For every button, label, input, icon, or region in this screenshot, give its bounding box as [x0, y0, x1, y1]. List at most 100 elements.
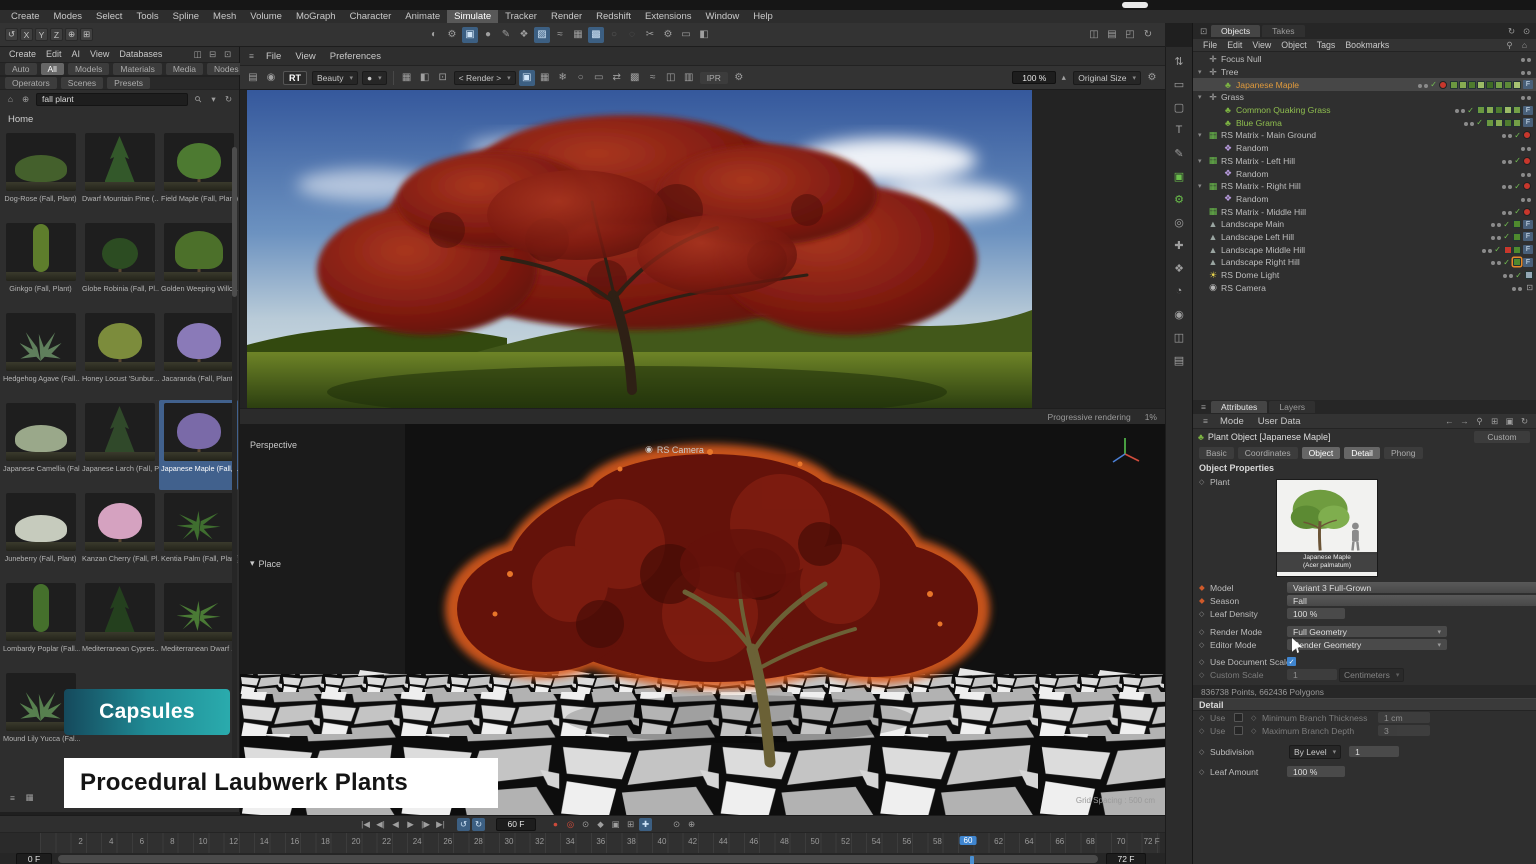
menu-item[interactable]: MoGraph: [289, 10, 343, 23]
frame-tick[interactable]: 30: [505, 837, 514, 846]
expand-caret-icon[interactable]: ▾: [1198, 157, 1207, 165]
frame-tick[interactable]: 50: [811, 837, 820, 846]
object-row[interactable]: ☀ RS Dome Light ✓: [1193, 269, 1536, 282]
plant-preview[interactable]: Japanese Maple (Acer palmatum): [1276, 479, 1378, 577]
visibility-dots[interactable]: [1501, 270, 1513, 280]
material-chip[interactable]: [1523, 131, 1531, 139]
asset-item[interactable]: Dog-Rose (Fall, Plant): [1, 130, 80, 220]
range-end-field[interactable]: 72 F: [1106, 853, 1146, 864]
capsule-assets-icon[interactable]: ▣: [1171, 168, 1187, 184]
anim-dot[interactable]: ◇: [1199, 478, 1210, 486]
frame-tick[interactable]: 16: [290, 837, 299, 846]
material-chip[interactable]: [1523, 157, 1531, 165]
filter-tab[interactable]: Media: [166, 63, 203, 75]
prev-frame-button[interactable]: ◀: [389, 818, 402, 831]
key-selection-button[interactable]: ⊙: [579, 818, 592, 831]
menu-item[interactable]: Volume: [243, 10, 289, 23]
goto-start-button[interactable]: |◀: [359, 818, 372, 831]
enable-check-icon[interactable]: ✓: [1514, 182, 1521, 191]
frame-tick[interactable]: 68: [1086, 837, 1095, 846]
camera-tool-icon[interactable]: ◉: [1171, 306, 1187, 322]
pan-view-icon[interactable]: ⇅: [1171, 53, 1187, 69]
frame-tick[interactable]: 28: [474, 837, 483, 846]
asset-item[interactable]: Golden Weeping Willo...: [159, 220, 238, 310]
menu-item[interactable]: Create: [4, 48, 41, 61]
refresh-icon[interactable]: ↻: [1518, 415, 1531, 428]
field-force-icon[interactable]: ◎: [1171, 214, 1187, 230]
mode-menu[interactable]: Mode: [1213, 415, 1251, 428]
back-icon[interactable]: ←: [1443, 415, 1456, 428]
filter-tab[interactable]: Scenes: [61, 77, 103, 89]
search-icon[interactable]: ⚲: [189, 90, 207, 108]
texture-chips[interactable]: [1503, 246, 1521, 254]
workplane-icon[interactable]: ⊞: [80, 28, 93, 41]
use-document-scale-checkbox[interactable]: [1287, 657, 1296, 666]
key-position-button[interactable]: ◆: [594, 818, 607, 831]
spline-pen-icon[interactable]: ✎: [1171, 145, 1187, 161]
expand-caret-icon[interactable]: ▾: [1198, 68, 1207, 76]
enable-check-icon[interactable]: ✓: [1514, 131, 1521, 140]
tonemap-icon[interactable]: ≈: [645, 70, 661, 86]
visibility-dots[interactable]: [1489, 219, 1501, 229]
visibility-dots[interactable]: [1480, 245, 1492, 255]
grid-view-icon[interactable]: ▦: [23, 791, 36, 804]
list-view-icon[interactable]: ≡: [6, 791, 19, 804]
render-view-icon[interactable]: ◐: [426, 27, 442, 43]
asset-item[interactable]: Kentia Palm (Fall, Plant): [159, 490, 238, 580]
use-min-branch-checkbox[interactable]: [1234, 713, 1243, 722]
lock-icon[interactable]: ▣: [1503, 415, 1516, 428]
filter-icon[interactable]: ▾: [207, 93, 220, 106]
anim-dot[interactable]: ◇: [1199, 610, 1210, 618]
simulate-icon[interactable]: ▨: [534, 27, 550, 43]
burger-icon[interactable]: ≡: [245, 50, 258, 63]
section-tab[interactable]: Detail: [1344, 447, 1380, 459]
frame-tick[interactable]: 26: [443, 837, 452, 846]
gear-icon[interactable]: ⚙: [1144, 70, 1160, 86]
menu-item[interactable]: Redshift: [589, 10, 638, 23]
menu-item[interactable]: Animate: [398, 10, 447, 23]
capsule-icon[interactable]: ▭: [678, 27, 694, 43]
texture-chips[interactable]: [1512, 233, 1521, 241]
marker-button[interactable]: ⊕: [685, 818, 698, 831]
menu-item[interactable]: Help: [746, 10, 780, 23]
search-icon[interactable]: ⚲: [1503, 39, 1516, 52]
text-tool-icon[interactable]: T: [1171, 122, 1187, 138]
object-row[interactable]: ▾ ✛ Grass: [1193, 91, 1536, 104]
anim-dot[interactable]: ◇: [1199, 641, 1210, 649]
crop-icon[interactable]: ⊡: [435, 70, 451, 86]
viewport-label[interactable]: Perspective: [250, 440, 297, 450]
menu-item[interactable]: Character: [343, 10, 399, 23]
detach-icon[interactable]: ⊡: [221, 48, 234, 61]
asset-item[interactable]: Ginkgo (Fall, Plant): [1, 220, 80, 310]
visibility-dots[interactable]: [1500, 130, 1512, 140]
material-chip[interactable]: [1439, 81, 1447, 89]
frame-tick[interactable]: 40: [658, 837, 667, 846]
playhead[interactable]: [970, 856, 974, 864]
frame-tick[interactable]: 2: [78, 837, 82, 846]
paint-tool-icon[interactable]: ✚: [1171, 237, 1187, 253]
texture-chips[interactable]: [1449, 81, 1521, 89]
frame-tick[interactable]: 60: [960, 836, 977, 845]
tool-disabled-icon[interactable]: ○: [606, 27, 622, 43]
texture-chips[interactable]: [1476, 106, 1521, 114]
menu-item[interactable]: Extensions: [638, 10, 698, 23]
object-row[interactable]: ❖ Random: [1193, 167, 1536, 180]
field-tag[interactable]: F: [1523, 232, 1533, 241]
texture-chips[interactable]: [1485, 119, 1521, 127]
play-forward-button[interactable]: ▶: [404, 818, 417, 831]
frame-tick[interactable]: 4: [109, 837, 113, 846]
field-tag[interactable]: F: [1523, 80, 1533, 89]
object-row[interactable]: ▾ ▦ RS Matrix - Left Hill ✓: [1193, 155, 1536, 168]
object-row[interactable]: ▾ ▦ RS Matrix - Right Hill ✓: [1193, 180, 1536, 193]
burger-icon[interactable]: ≡: [1197, 401, 1210, 414]
object-row[interactable]: ❖ Random: [1193, 142, 1536, 155]
visibility-dots[interactable]: [1500, 207, 1512, 217]
goto-end-button[interactable]: ▶|: [434, 818, 447, 831]
time-icon[interactable]: ◔: [1171, 283, 1187, 299]
sphere-primitive-icon[interactable]: ●: [480, 27, 496, 43]
filter-tab[interactable]: Presets: [107, 77, 150, 89]
search-input[interactable]: fall plant: [36, 93, 188, 106]
layout-icon[interactable]: ◫: [663, 70, 679, 86]
enable-check-icon[interactable]: ✓: [1430, 80, 1437, 89]
menu-item[interactable]: Bookmarks: [1340, 39, 1394, 52]
